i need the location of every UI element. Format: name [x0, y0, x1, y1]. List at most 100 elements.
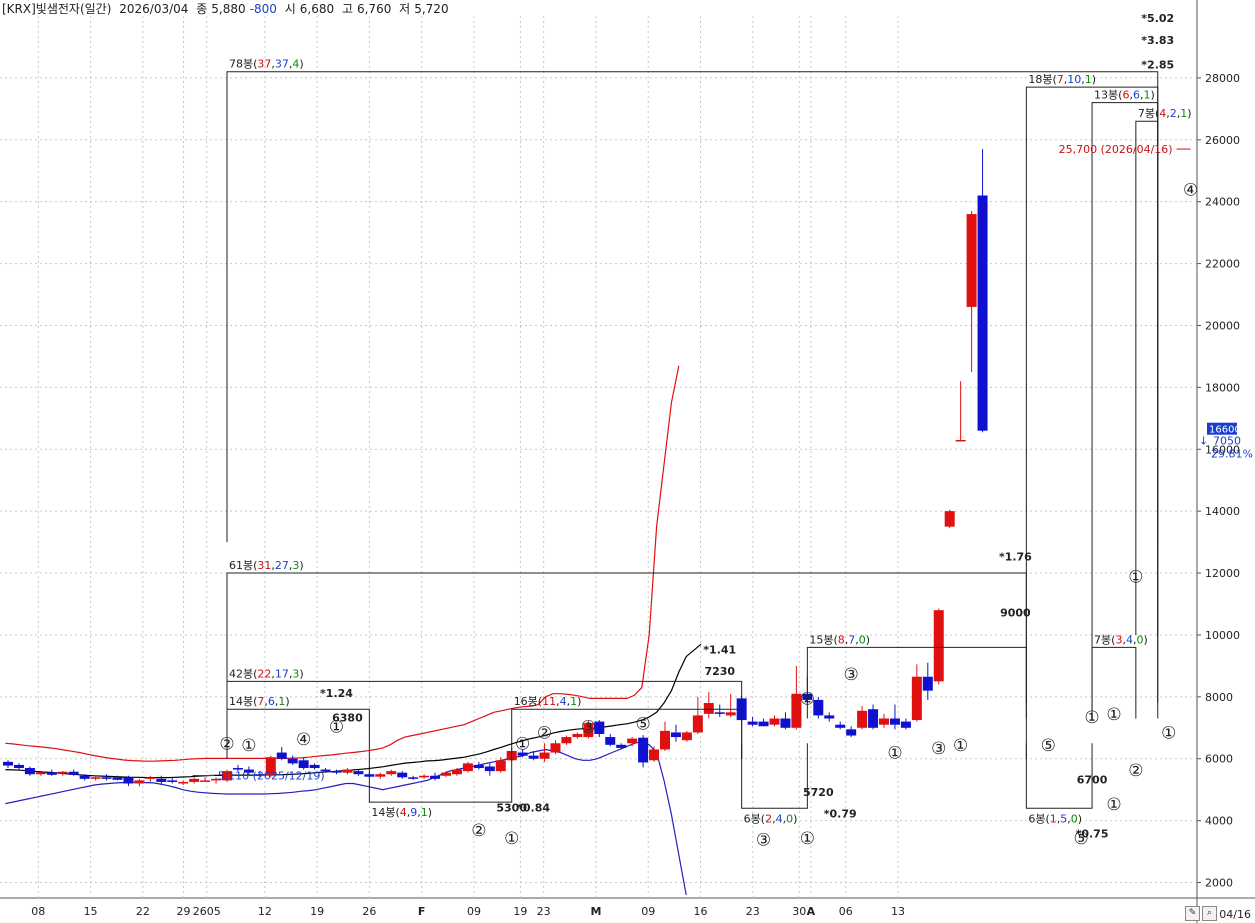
edit-icon[interactable]: ✎ [1185, 906, 1200, 921]
candle-body [430, 775, 441, 779]
last-date-label: 04/16 [1219, 908, 1251, 921]
x-tick-label: 09 [467, 905, 481, 918]
count-bracket [1091, 102, 1159, 719]
high-marker-label: 25,700 (2026/04/16) [1059, 143, 1173, 156]
count-label: 18봉(7,10,1) [1028, 73, 1096, 86]
count-label: 42봉(22,17,3) [229, 667, 304, 680]
x-tick-label: 08 [31, 905, 45, 918]
candle-body [824, 715, 835, 719]
candle-body [835, 724, 846, 728]
wave-number: ② [537, 724, 552, 744]
ratio-label: *1.41 [703, 644, 736, 657]
x-tick-label: A [807, 905, 816, 918]
ratio-label: *1.76 [999, 551, 1032, 564]
candle-body [539, 752, 550, 759]
candle-body [605, 737, 616, 745]
wave-number: ② [800, 690, 815, 710]
count-label: 14봉(7,6,1) [229, 695, 290, 708]
wave-number: ② [1128, 761, 1143, 781]
y-tick-label: 18000 [1205, 381, 1240, 394]
candle-body [134, 780, 145, 784]
candle-body [309, 764, 320, 769]
candle-body [178, 781, 189, 784]
candle-body [769, 718, 780, 725]
count-bracket [741, 743, 808, 809]
candle-body [627, 738, 638, 744]
x-tick-label: 19 [513, 905, 527, 918]
lower-band-line [5, 741, 687, 896]
candle-body [561, 737, 572, 744]
candle-body [484, 766, 495, 772]
count-bracket [226, 572, 1027, 759]
wave-number: ① [953, 736, 968, 756]
candle-body [780, 718, 791, 728]
candle-body [966, 214, 977, 307]
candle-body [857, 710, 868, 728]
candle-body [397, 772, 408, 778]
candle-body [123, 777, 134, 784]
candle-body [167, 780, 178, 782]
candle-body [287, 758, 298, 764]
candlestick-chart[interactable]: 2000400060008000100001200014000160001800… [0, 0, 1255, 923]
candle-body [35, 772, 46, 775]
count-label: 7봉(3,4,0) [1094, 633, 1148, 646]
x-tick-label: 30 [792, 905, 806, 918]
candle-body [441, 772, 451, 776]
zoom-icon[interactable]: ⌕ [1202, 906, 1217, 921]
wave-number: ① [800, 829, 815, 849]
candle-body [3, 761, 13, 766]
wave-number: ① [515, 734, 530, 754]
wave-number: ① [329, 717, 344, 737]
candle-body [670, 732, 681, 738]
candle-body [638, 737, 649, 763]
y-tick-label: 26000 [1205, 134, 1240, 147]
wave-number: ③ [844, 665, 859, 685]
candle-body [846, 729, 857, 736]
wave-number: ④ [296, 730, 311, 750]
candle-body [189, 778, 200, 782]
ratio-label: *2.85 [1141, 59, 1174, 72]
y-tick-label: 22000 [1205, 258, 1240, 271]
candle-body [200, 780, 211, 782]
y-tick-label: 12000 [1205, 567, 1240, 580]
count-label: 6봉(2,4,0) [744, 812, 798, 825]
low-marker-label: 5,110 (2025/12/19) [218, 769, 325, 782]
count-label: 15봉(8,7,0) [809, 633, 870, 646]
candle-body [911, 676, 922, 721]
candle-body [714, 712, 725, 714]
price-label: 7230 [704, 665, 735, 678]
count-label: 78봉(37,37,4) [229, 58, 304, 71]
wave-number: ① [1084, 708, 1099, 728]
x-tick-label: 23 [537, 905, 551, 918]
candle-body [616, 744, 627, 748]
candle-body [933, 610, 944, 682]
candle-body [889, 718, 900, 725]
count-label: 14봉(4,9,1) [371, 806, 432, 819]
last-change-arrow: ↓ [1199, 435, 1208, 448]
price-label: 9000 [1000, 606, 1031, 619]
candle-body [868, 709, 879, 728]
y-tick-label: 10000 [1205, 629, 1240, 642]
candle-body [331, 771, 342, 773]
x-tick-label: 29 [177, 905, 191, 918]
candle-body [145, 777, 156, 779]
wave-number: ① [504, 829, 519, 849]
candle-body [342, 769, 353, 773]
last-change-pct: 29.81% [1211, 448, 1253, 461]
ratio-label: *5.02 [1141, 12, 1174, 25]
wave-number: ③ [581, 717, 596, 737]
y-tick-label: 6000 [1205, 753, 1233, 766]
wave-number: ① [1106, 795, 1121, 815]
y-tick-label: 24000 [1205, 196, 1240, 209]
candle-body [419, 775, 430, 778]
wave-number: ③ [931, 739, 946, 759]
candle-body [24, 768, 35, 775]
candle-body [900, 721, 911, 728]
x-tick-label: 15 [84, 905, 98, 918]
count-label: 16봉(11,4,1) [514, 695, 582, 708]
count-bracket [1135, 120, 1159, 635]
count-bracket [226, 71, 1159, 543]
y-tick-label: 14000 [1205, 505, 1240, 518]
candle-body [473, 764, 484, 769]
x-tick-label: 13 [891, 905, 905, 918]
